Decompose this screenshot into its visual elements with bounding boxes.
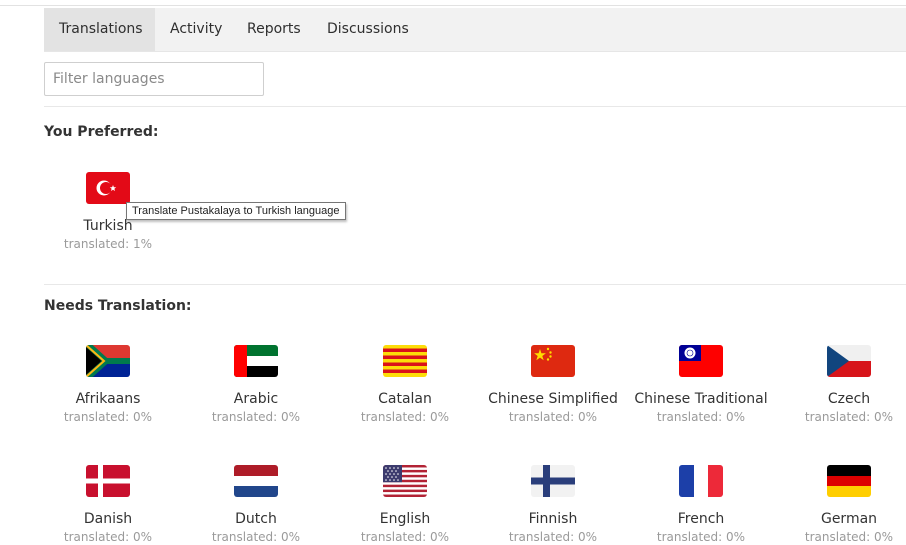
language-finnish[interactable]: Finnish translated: 0%	[478, 465, 628, 545]
tab-discussions[interactable]: Discussions	[312, 8, 424, 51]
language-status: translated: 0%	[63, 530, 153, 544]
language-status: translated: 1%	[63, 237, 153, 251]
language-arabic[interactable]: Arabic translated: 0%	[181, 345, 331, 425]
china-flag-icon	[531, 345, 575, 377]
south-africa-flag-icon	[86, 345, 130, 377]
language-danish[interactable]: Danish translated: 0%	[33, 465, 183, 545]
language-name: Finnish	[528, 511, 578, 527]
language-status: translated: 0%	[656, 530, 746, 544]
language-dutch[interactable]: Dutch translated: 0%	[181, 465, 331, 545]
language-name: Afrikaans	[75, 391, 141, 407]
usa-flag-icon	[383, 465, 427, 497]
tab-activity[interactable]: Activity	[155, 8, 237, 51]
language-french[interactable]: French translated: 0%	[626, 465, 776, 545]
language-status: translated: 0%	[63, 410, 153, 424]
language-status: translated: 0%	[804, 410, 894, 424]
language-status: translated: 0%	[804, 530, 894, 544]
czech-flag-icon	[827, 345, 871, 377]
denmark-flag-icon	[86, 465, 130, 497]
language-catalan[interactable]: Catalan translated: 0%	[330, 345, 480, 425]
language-czech[interactable]: Czech translated: 0%	[774, 345, 906, 425]
preferred-section-title: You Preferred:	[44, 124, 159, 140]
language-name: English	[379, 511, 431, 527]
taiwan-flag-icon	[679, 345, 723, 377]
language-status: translated: 0%	[211, 530, 301, 544]
language-name: Czech	[827, 391, 871, 407]
language-afrikaans[interactable]: Afrikaans translated: 0%	[33, 345, 183, 425]
language-name: Arabic	[233, 391, 279, 407]
tab-reports[interactable]: Reports	[232, 8, 316, 51]
language-status: translated: 0%	[656, 410, 746, 424]
germany-flag-icon	[827, 465, 871, 497]
language-name: Dutch	[235, 511, 277, 527]
language-name: Turkish	[83, 218, 133, 234]
language-status: translated: 0%	[508, 410, 598, 424]
language-status: translated: 0%	[211, 410, 301, 424]
language-name: Catalan	[378, 391, 432, 407]
divider	[44, 106, 906, 107]
language-name: Chinese Simplified	[488, 391, 618, 407]
needs-translation-section-title: Needs Translation:	[44, 298, 192, 314]
netherlands-flag-icon	[234, 465, 278, 497]
language-name: German	[820, 511, 878, 527]
uae-flag-icon	[234, 345, 278, 377]
tooltip: Translate Pustakalaya to Turkish languag…	[126, 202, 346, 220]
finland-flag-icon	[531, 465, 575, 497]
tab-translations[interactable]: Translations	[44, 8, 155, 51]
top-divider	[0, 5, 906, 6]
language-german[interactable]: German translated: 0%	[774, 465, 906, 545]
divider	[44, 284, 906, 285]
france-flag-icon	[679, 465, 723, 497]
language-name: French	[677, 511, 725, 527]
catalonia-flag-icon	[383, 345, 427, 377]
language-name: Chinese Traditional	[634, 391, 768, 407]
filter-languages-input[interactable]	[44, 62, 264, 96]
language-status: translated: 0%	[508, 530, 598, 544]
tab-bar: Translations Activity Reports Discussion…	[44, 8, 906, 52]
language-chinese-simplified[interactable]: Chinese Simplified translated: 0%	[478, 345, 628, 425]
language-status: translated: 0%	[360, 410, 450, 424]
language-chinese-traditional[interactable]: Chinese Traditional translated: 0%	[626, 345, 776, 425]
language-english[interactable]: English translated: 0%	[330, 465, 480, 545]
language-name: Danish	[83, 511, 133, 527]
turkey-flag-icon	[86, 172, 130, 204]
language-status: translated: 0%	[360, 530, 450, 544]
